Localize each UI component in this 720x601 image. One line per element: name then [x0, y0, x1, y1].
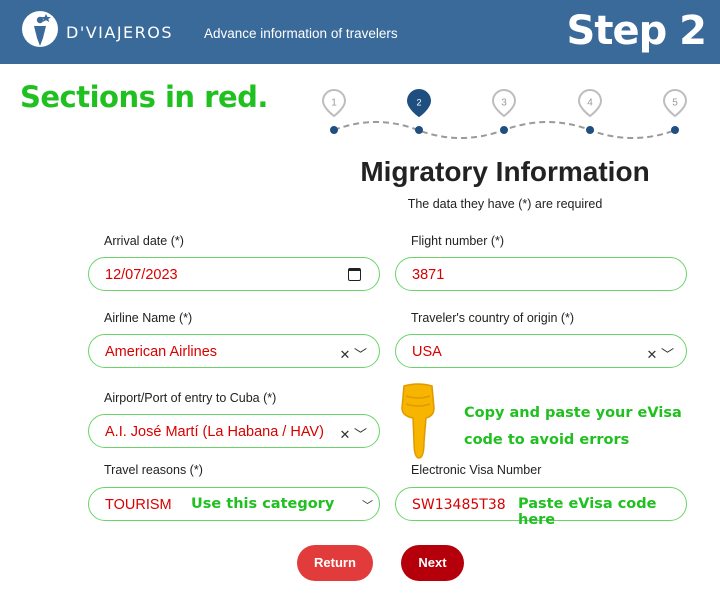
flight-number-value: 3871 [412, 267, 445, 283]
step-label: Step 2 [566, 8, 707, 54]
airline-value: American Airlines [105, 344, 218, 360]
progress-step-label: 4 [587, 98, 593, 109]
airport-label: Airport/Port of entry to Cuba (*) [104, 391, 277, 405]
header-tagline: Advance information of travelers [204, 26, 398, 41]
evisa-label: Electronic Visa Number [411, 463, 542, 477]
airline-label: Airline Name (*) [104, 311, 193, 325]
sections-note: Sections in red. [20, 80, 268, 114]
progress-step-2[interactable]: 2 [406, 88, 432, 134]
evisa-value: SW13485T38 [412, 497, 506, 513]
travel-reasons-value: TOURISM [105, 497, 172, 513]
travel-reasons-select[interactable]: TOURISM Use this category ﹀ [88, 487, 380, 521]
airport-select[interactable]: A.I. José Martí (La Habana / HAV) ✕ ﹀ [88, 414, 380, 448]
copy-evisa-note: Copy and paste your eVisa code to avoid … [464, 405, 682, 448]
country-origin-select[interactable]: USA ✕ ﹀ [395, 334, 687, 368]
country-origin-value: USA [412, 344, 442, 360]
flight-number-label: Flight number (*) [411, 234, 505, 248]
chevron-down-icon[interactable]: ﹀ [362, 497, 373, 513]
evisa-hint: Paste eVisa code here [518, 496, 657, 528]
logo-icon [22, 11, 58, 47]
clear-chevron-icon[interactable]: ✕ ﹀ [646, 344, 674, 363]
clear-chevron-icon[interactable]: ✕ ﹀ [339, 424, 367, 443]
arrival-date-field[interactable]: 12/07/2023 [88, 257, 380, 291]
evisa-input[interactable]: SW13485T38 Paste eVisa code here [395, 487, 687, 528]
country-origin-label: Traveler's country of origin (*) [411, 311, 575, 325]
next-button[interactable]: Next [401, 545, 464, 581]
header-bar: D'VIAJEROS Advance information of travel… [0, 0, 720, 64]
pointing-hand-icon [401, 383, 435, 459]
form-title: Migratory Information [360, 156, 650, 187]
form-subtitle: The data they have (*) are required [407, 197, 603, 211]
progress-step-label: 1 [331, 98, 337, 109]
progress-step-1[interactable]: 1 [321, 88, 347, 134]
progress-step-label: 3 [501, 98, 507, 109]
return-button[interactable]: Return [297, 545, 373, 581]
airport-value: A.I. José Martí (La Habana / HAV) [105, 424, 324, 440]
progress-step-5[interactable]: 5 [662, 88, 688, 134]
arrival-date-value: 12/07/2023 [105, 267, 178, 283]
arrival-date-label: Arrival date (*) [104, 234, 184, 248]
calendar-icon[interactable] [348, 268, 361, 281]
progress-step-label: 2 [416, 98, 421, 108]
brand-name: D'VIAJEROS [66, 23, 174, 42]
flight-number-field[interactable]: 3871 [395, 257, 687, 291]
progress-step-label: 5 [672, 98, 678, 109]
clear-chevron-icon[interactable]: ✕ ﹀ [339, 344, 367, 363]
reason-hint: Use this category [191, 496, 335, 512]
travel-reasons-label: Travel reasons (*) [104, 463, 203, 477]
progress-tracker: 1 2 3 4 5 [321, 88, 688, 139]
airline-select[interactable]: American Airlines ✕ ﹀ [88, 334, 380, 368]
